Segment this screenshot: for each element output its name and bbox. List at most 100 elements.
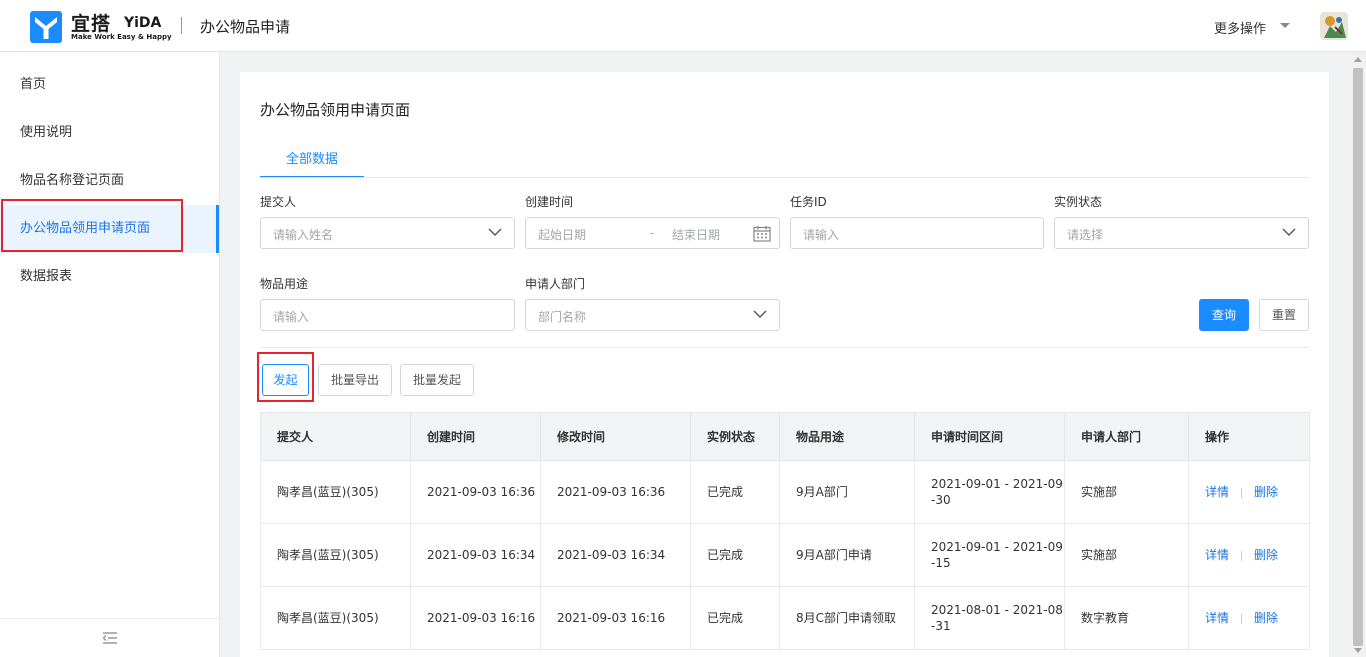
sidebar-item-item-registration[interactable]: 物品名称登记页面 xyxy=(0,157,219,205)
chevron-down-icon xyxy=(753,310,767,318)
submitter-placeholder: 请输入姓名 xyxy=(273,228,334,242)
batch-export-button[interactable]: 批量导出 xyxy=(318,364,392,396)
cell-submitter: 陶孝昌(蓝豆)(305) xyxy=(260,460,411,524)
col-header-modified[interactable]: 修改时间 xyxy=(540,412,691,461)
logo-cn-text: 宜搭 xyxy=(71,13,112,35)
cell-dept: 数字教育 xyxy=(1064,586,1189,650)
cell-dept: 实施部 xyxy=(1064,460,1189,524)
calendar-icon[interactable] xyxy=(753,225,771,242)
main-content-card: 办公物品领用申请页面 全部数据 提交人 请输入姓名 创建时间 起始日期 - 结束… xyxy=(240,72,1329,657)
scroll-up-arrow-icon[interactable] xyxy=(1354,57,1362,62)
range-line-2: -15 xyxy=(931,556,951,570)
reset-button[interactable]: 重置 xyxy=(1259,299,1309,331)
range-line-1: 2021-09-01 - 2021-09 xyxy=(931,540,1063,554)
status-placeholder: 请选择 xyxy=(1067,228,1104,242)
submitter-select[interactable]: 请输入姓名 xyxy=(260,217,515,249)
purpose-label: 物品用途 xyxy=(260,277,309,291)
col-header-purpose[interactable]: 物品用途 xyxy=(779,412,915,461)
cell-modified: 2021-09-03 16:34 xyxy=(540,523,691,587)
table-row: 陶孝昌(蓝豆)(305) 2021-09-03 16:16 2021-09-03… xyxy=(260,586,1310,650)
page-scrollbar[interactable] xyxy=(1350,52,1366,657)
task-id-placeholder: 请输入 xyxy=(803,228,840,242)
dept-label: 申请人部门 xyxy=(525,277,586,291)
yida-logo-icon xyxy=(30,11,62,43)
delete-link[interactable]: 删除 xyxy=(1254,548,1278,562)
scroll-down-arrow-icon[interactable] xyxy=(1354,648,1362,653)
cell-range: 2021-09-01 - 2021-09 -30 xyxy=(914,460,1065,524)
cell-created: 2021-09-03 16:36 xyxy=(410,460,541,524)
chevron-down-icon xyxy=(1282,228,1296,236)
chevron-down-icon xyxy=(488,228,502,236)
cell-dept: 实施部 xyxy=(1064,523,1189,587)
delete-link[interactable]: 删除 xyxy=(1254,485,1278,499)
table-row: 陶孝昌(蓝豆)(305) 2021-09-03 16:36 2021-09-03… xyxy=(260,460,1310,524)
col-header-actions: 操作 xyxy=(1188,412,1310,461)
scrollbar-thumb[interactable] xyxy=(1353,68,1363,646)
action-separator xyxy=(1241,613,1243,624)
cell-created: 2021-09-03 16:16 xyxy=(410,586,541,650)
cell-created: 2021-09-03 16:34 xyxy=(410,523,541,587)
more-operations-button[interactable]: 更多操作 xyxy=(1214,18,1266,37)
date-range-dash: - xyxy=(650,226,655,240)
cell-actions: 详情 删除 xyxy=(1188,460,1310,524)
launch-button[interactable]: 发起 xyxy=(262,364,309,396)
cell-actions: 详情 删除 xyxy=(1188,586,1310,650)
cell-purpose: 9月A部门 xyxy=(779,460,915,524)
start-date-placeholder: 起始日期 xyxy=(538,228,587,242)
tab-all-data[interactable]: 全部数据 xyxy=(260,148,364,178)
table-header-row: 提交人 创建时间 修改时间 实例状态 物品用途 申请时间区间 申请人部门 操作 xyxy=(260,412,1310,461)
sidebar-item-instructions[interactable]: 使用说明 xyxy=(0,109,219,157)
cell-status: 已完成 xyxy=(690,460,780,524)
created-time-label: 创建时间 xyxy=(525,195,574,209)
submitter-label: 提交人 xyxy=(260,195,297,209)
tab-divider xyxy=(260,177,1309,178)
query-button[interactable]: 查询 xyxy=(1199,299,1249,331)
col-header-submitter[interactable]: 提交人 xyxy=(260,412,411,461)
table-row: 陶孝昌(蓝豆)(305) 2021-09-03 16:34 2021-09-03… xyxy=(260,523,1310,587)
sidebar: 首页 使用说明 物品名称登记页面 办公物品领用申请页面 数据报表 xyxy=(0,52,220,657)
top-header: 宜搭 YiDA Make Work Easy & Happy 办公物品申请 更多… xyxy=(0,0,1366,52)
cell-submitter: 陶孝昌(蓝豆)(305) xyxy=(260,586,411,650)
cell-modified: 2021-09-03 16:36 xyxy=(540,460,691,524)
sidebar-item-home[interactable]: 首页 xyxy=(0,61,219,109)
sidebar-item-data-report[interactable]: 数据报表 xyxy=(0,253,219,301)
range-line-1: 2021-08-01 - 2021-08 xyxy=(931,603,1063,617)
cell-purpose: 9月A部门申请 xyxy=(779,523,915,587)
status-label: 实例状态 xyxy=(1054,195,1103,209)
detail-link[interactable]: 详情 xyxy=(1205,611,1229,625)
batch-launch-button[interactable]: 批量发起 xyxy=(400,364,474,396)
avatar[interactable] xyxy=(1320,12,1348,40)
detail-link[interactable]: 详情 xyxy=(1205,485,1229,499)
purpose-input[interactable]: 请输入 xyxy=(260,299,515,331)
page-title: 办公物品领用申请页面 xyxy=(260,101,411,119)
cell-range: 2021-08-01 - 2021-08 -31 xyxy=(914,586,1065,650)
logo-slogan: Make Work Easy & Happy xyxy=(71,33,172,41)
cell-status: 已完成 xyxy=(690,523,780,587)
cell-range: 2021-09-01 - 2021-09 -15 xyxy=(914,523,1065,587)
detail-link[interactable]: 详情 xyxy=(1205,548,1229,562)
cell-actions: 详情 删除 xyxy=(1188,523,1310,587)
filter-divider xyxy=(260,347,1309,348)
status-select[interactable]: 请选择 xyxy=(1054,217,1309,249)
range-line-2: -31 xyxy=(931,619,951,633)
task-id-input[interactable]: 请输入 xyxy=(790,217,1044,249)
caret-down-icon[interactable] xyxy=(1280,23,1290,28)
col-header-dept[interactable]: 申请人部门 xyxy=(1064,412,1189,461)
col-header-status[interactable]: 实例状态 xyxy=(690,412,780,461)
range-line-2: -30 xyxy=(931,493,951,507)
delete-link[interactable]: 删除 xyxy=(1254,611,1278,625)
purpose-placeholder: 请输入 xyxy=(273,310,310,324)
col-header-created[interactable]: 创建时间 xyxy=(410,412,541,461)
logo-en-text: YiDA xyxy=(124,15,162,31)
cell-modified: 2021-09-03 16:16 xyxy=(540,586,691,650)
header-divider xyxy=(181,17,182,34)
end-date-placeholder: 结束日期 xyxy=(672,228,721,242)
dept-select[interactable]: 部门名称 xyxy=(525,299,780,331)
dept-placeholder: 部门名称 xyxy=(538,310,587,324)
created-date-range[interactable]: 起始日期 - 结束日期 xyxy=(525,217,780,249)
col-header-range[interactable]: 申请时间区间 xyxy=(914,412,1065,461)
collapse-sidebar-icon[interactable] xyxy=(102,632,118,644)
app-title: 办公物品申请 xyxy=(200,18,291,36)
range-line-1: 2021-09-01 - 2021-09 xyxy=(931,477,1063,491)
sidebar-item-office-supplies-request[interactable]: 办公物品领用申请页面 xyxy=(0,205,219,253)
